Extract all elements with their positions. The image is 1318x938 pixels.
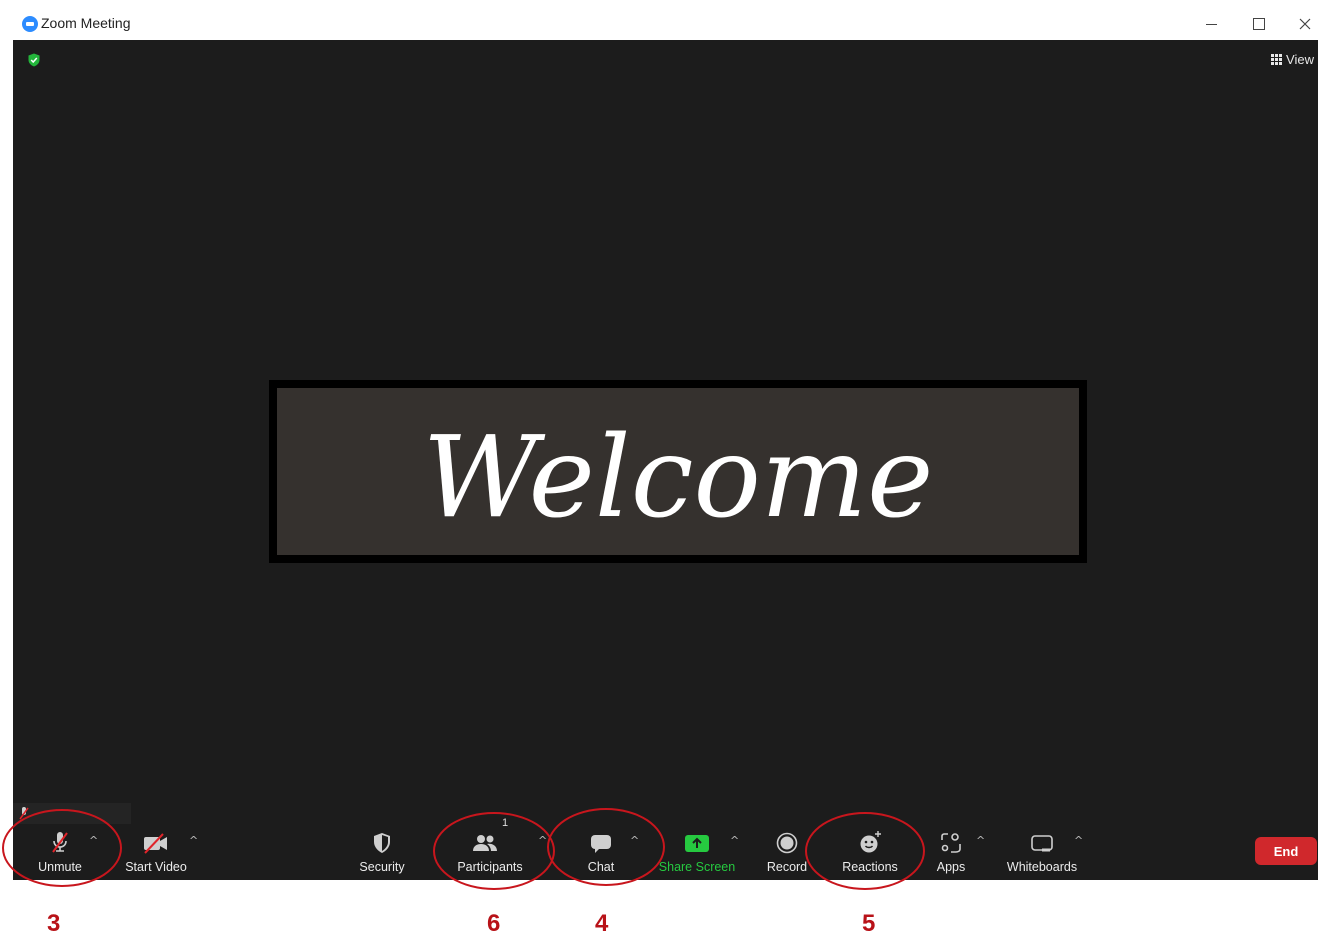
security-button[interactable]: Security bbox=[355, 824, 409, 880]
record-label: Record bbox=[766, 860, 808, 874]
caret-up-icon[interactable]: ^ bbox=[1074, 834, 1083, 847]
maximize-button[interactable] bbox=[1245, 10, 1273, 38]
shared-content-frame: Welcome bbox=[269, 380, 1087, 563]
caret-up-icon[interactable]: ^ bbox=[976, 834, 985, 847]
annotation-number-reactions: 5 bbox=[862, 910, 876, 937]
record-icon bbox=[776, 832, 798, 854]
meeting-toolbar: Unmute ^ Start Video ^ Security 1 Partic… bbox=[13, 817, 1318, 880]
annotation-number-unmute: 3 bbox=[47, 910, 61, 937]
close-button[interactable] bbox=[1291, 10, 1318, 38]
whiteboards-label: Whiteboards bbox=[1006, 860, 1078, 874]
video-off-icon bbox=[144, 833, 167, 854]
apps-icon bbox=[941, 833, 961, 853]
security-label: Security bbox=[359, 860, 405, 874]
welcome-board: Welcome bbox=[277, 388, 1079, 555]
apps-button[interactable]: Apps bbox=[933, 824, 969, 880]
share-screen-button[interactable]: Share Screen bbox=[659, 824, 735, 880]
grid-view-icon bbox=[1271, 53, 1283, 65]
shield-icon bbox=[374, 833, 390, 853]
annotation-circle-reactions bbox=[805, 812, 925, 890]
apps-label: Apps bbox=[936, 860, 966, 874]
caret-up-icon[interactable]: ^ bbox=[730, 834, 739, 847]
window-title: Zoom Meeting bbox=[41, 15, 131, 31]
welcome-text: Welcome bbox=[423, 413, 934, 543]
minimize-button[interactable] bbox=[1197, 10, 1225, 38]
start-video-label: Start Video bbox=[125, 860, 187, 874]
annotation-number-chat: 4 bbox=[595, 910, 609, 937]
view-label: View bbox=[1286, 51, 1314, 67]
share-screen-arrow-icon bbox=[685, 835, 709, 852]
minimize-icon bbox=[1205, 23, 1217, 25]
record-button[interactable]: Record bbox=[765, 824, 809, 880]
security-shield-icon[interactable] bbox=[27, 53, 41, 67]
window-titlebar: Zoom Meeting bbox=[0, 0, 1318, 40]
caret-up-icon[interactable]: ^ bbox=[189, 834, 198, 847]
maximize-icon bbox=[1253, 18, 1265, 30]
view-button[interactable]: View bbox=[1271, 50, 1314, 68]
zoom-logo-icon bbox=[22, 16, 38, 32]
end-meeting-button[interactable]: End bbox=[1255, 837, 1317, 865]
annotation-number-participants: 6 bbox=[487, 910, 501, 937]
close-icon bbox=[1299, 18, 1311, 30]
annotation-circle-chat bbox=[547, 808, 665, 886]
annotation-circle-participants bbox=[433, 812, 555, 890]
meeting-area: View Welcome Unmute ^ Start Video ^ Secu… bbox=[13, 40, 1318, 880]
start-video-button[interactable]: Start Video bbox=[121, 824, 191, 880]
share-screen-label: Share Screen bbox=[658, 860, 736, 874]
whiteboard-icon bbox=[1031, 835, 1053, 852]
annotation-circle-unmute bbox=[2, 809, 122, 887]
whiteboards-button[interactable]: Whiteboards bbox=[1005, 824, 1079, 880]
